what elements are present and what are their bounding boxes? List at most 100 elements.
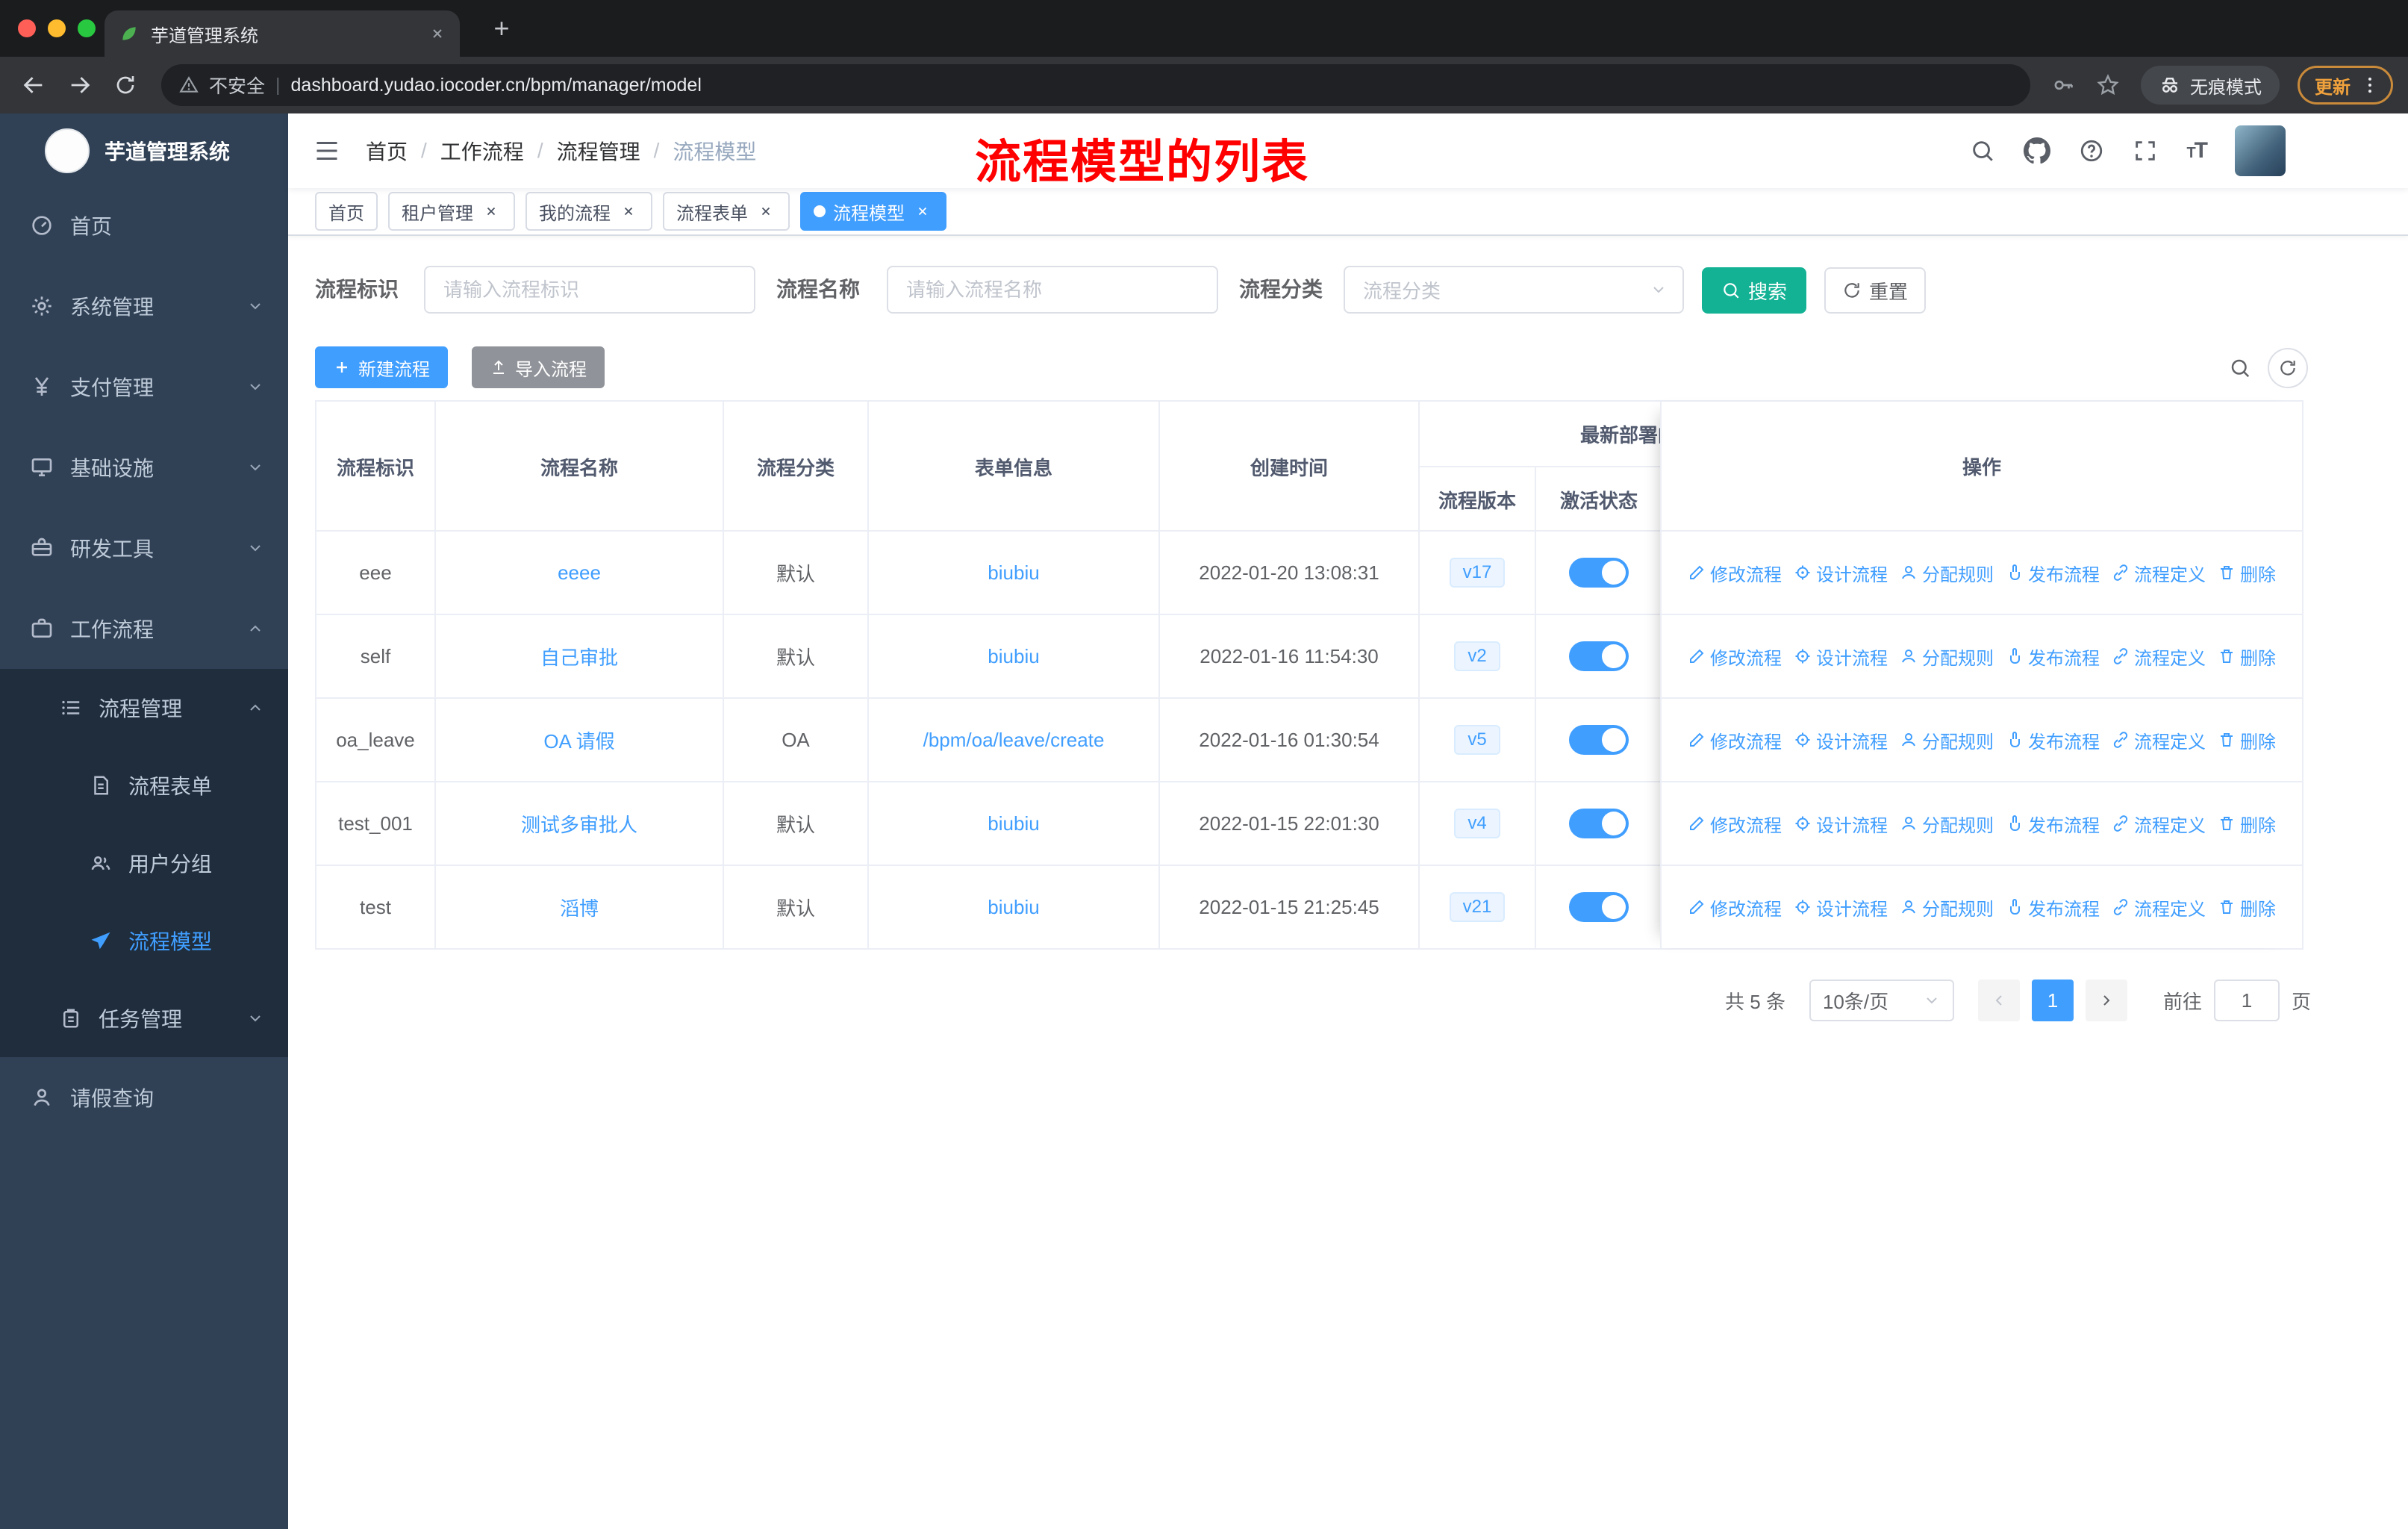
tag-close-icon[interactable]	[755, 201, 776, 222]
sidebar-item-leave-query[interactable]: 请假查询	[0, 1057, 288, 1138]
publish-process-link[interactable]: 发布流程	[2006, 894, 2100, 921]
active-toggle[interactable]	[1569, 892, 1629, 922]
fullscreen-icon[interactable]	[2133, 138, 2158, 164]
sidebar-item-workflow[interactable]: 工作流程	[0, 588, 288, 669]
sidebar-item-infrastructure[interactable]: 基础设施	[0, 427, 288, 508]
sidebar-item-task-management[interactable]: 任务管理	[0, 980, 288, 1057]
process-definition-link[interactable]: 流程定义	[2112, 644, 2206, 670]
assign-rule-link[interactable]: 分配规则	[1900, 560, 1994, 586]
design-process-link[interactable]: 设计流程	[1794, 811, 1888, 837]
tag-my-process[interactable]: 我的流程	[525, 192, 652, 231]
publish-process-link[interactable]: 发布流程	[2006, 811, 2100, 837]
process-definition-link[interactable]: 流程定义	[2112, 894, 2206, 921]
process-id-input[interactable]	[424, 266, 755, 314]
tag-close-icon[interactable]	[618, 201, 639, 222]
form-info-link[interactable]: biubiu	[988, 645, 1039, 668]
refresh-table-button[interactable]	[2268, 348, 2308, 388]
tag-tenant-management[interactable]: 租户管理	[388, 192, 515, 231]
sidebar-item-payment-management[interactable]: 支付管理	[0, 346, 288, 427]
active-toggle[interactable]	[1569, 725, 1629, 755]
process-name-link[interactable]: 自己审批	[540, 643, 618, 670]
form-info-link[interactable]: /bpm/oa/leave/create	[923, 729, 1105, 752]
bookmark-star-icon[interactable]	[2096, 73, 2120, 97]
sidebar-item-process-form[interactable]: 流程表单	[0, 747, 288, 824]
breadcrumb-item[interactable]: 流程管理	[557, 136, 640, 166]
user-avatar[interactable]	[2235, 125, 2286, 176]
assign-rule-link[interactable]: 分配规则	[1900, 644, 1994, 670]
next-page-button[interactable]	[2085, 980, 2127, 1021]
publish-process-link[interactable]: 发布流程	[2006, 560, 2100, 586]
zoom-window-button[interactable]	[78, 19, 96, 37]
delete-link[interactable]: 删除	[2218, 727, 2276, 753]
process-name-link[interactable]: 滔博	[560, 894, 599, 921]
address-bar[interactable]: 不安全 | dashboard.yudao.iocoder.cn/bpm/man…	[161, 64, 2030, 106]
active-toggle[interactable]	[1569, 809, 1629, 838]
create-process-button[interactable]: 新建流程	[315, 346, 448, 388]
publish-process-link[interactable]: 发布流程	[2006, 727, 2100, 753]
minimize-window-button[interactable]	[48, 19, 66, 37]
assign-rule-link[interactable]: 分配规则	[1900, 727, 1994, 753]
modify-process-link[interactable]: 修改流程	[1688, 727, 1782, 753]
goto-page-input[interactable]	[2213, 980, 2280, 1021]
form-info-link[interactable]: biubiu	[988, 561, 1039, 585]
tag-home[interactable]: 首页	[315, 192, 378, 231]
process-category-select[interactable]: 流程分类	[1344, 266, 1684, 314]
new-tab-button[interactable]: +	[484, 12, 520, 48]
delete-link[interactable]: 删除	[2218, 560, 2276, 586]
help-icon[interactable]	[2079, 138, 2104, 164]
update-button[interactable]: 更新	[2298, 66, 2393, 105]
tag-process-model[interactable]: 流程模型	[800, 192, 946, 231]
assign-rule-link[interactable]: 分配规则	[1900, 894, 1994, 921]
active-toggle[interactable]	[1569, 641, 1629, 671]
modify-process-link[interactable]: 修改流程	[1688, 560, 1782, 586]
process-definition-link[interactable]: 流程定义	[2112, 727, 2206, 753]
prev-page-button[interactable]	[1977, 980, 2020, 1021]
show-search-button[interactable]	[2220, 348, 2260, 388]
page-number-button[interactable]: 1	[2031, 980, 2074, 1021]
import-process-button[interactable]: 导入流程	[472, 346, 605, 388]
search-icon[interactable]	[1970, 138, 1995, 164]
tag-process-form[interactable]: 流程表单	[663, 192, 790, 231]
design-process-link[interactable]: 设计流程	[1794, 560, 1888, 586]
font-size-icon[interactable]: TT	[2186, 138, 2208, 164]
sidebar-item-process-model[interactable]: 流程模型	[0, 902, 288, 980]
process-name-link[interactable]: 测试多审批人	[521, 810, 637, 838]
breadcrumb-item[interactable]: 首页	[366, 136, 408, 166]
active-toggle[interactable]	[1569, 558, 1629, 588]
github-icon[interactable]	[2024, 137, 2050, 164]
sidebar-item-dev-tools[interactable]: 研发工具	[0, 508, 288, 588]
process-name-link[interactable]: eeee	[558, 561, 601, 585]
process-definition-link[interactable]: 流程定义	[2112, 811, 2206, 837]
modify-process-link[interactable]: 修改流程	[1688, 894, 1782, 921]
forward-button[interactable]	[67, 72, 93, 98]
delete-link[interactable]: 删除	[2218, 894, 2276, 921]
delete-link[interactable]: 删除	[2218, 644, 2276, 670]
close-window-button[interactable]	[18, 19, 36, 37]
app-logo[interactable]: 芋道管理系统	[0, 113, 288, 188]
modify-process-link[interactable]: 修改流程	[1688, 644, 1782, 670]
page-size-select[interactable]: 10条/页	[1809, 980, 1954, 1021]
browser-tab[interactable]: 芋道管理系统	[105, 10, 460, 57]
process-name-link[interactable]: OA 请假	[543, 726, 614, 754]
key-icon[interactable]	[2051, 73, 2075, 97]
form-info-link[interactable]: biubiu	[988, 896, 1039, 919]
design-process-link[interactable]: 设计流程	[1794, 727, 1888, 753]
design-process-link[interactable]: 设计流程	[1794, 894, 1888, 921]
modify-process-link[interactable]: 修改流程	[1688, 811, 1782, 837]
sidebar-fold-button[interactable]	[314, 137, 340, 164]
process-name-input[interactable]	[887, 266, 1218, 314]
tab-close-icon[interactable]	[430, 26, 445, 41]
assign-rule-link[interactable]: 分配规则	[1900, 811, 1994, 837]
sidebar-item-system-management[interactable]: 系统管理	[0, 266, 288, 346]
sidebar-item-user-group[interactable]: 用户分组	[0, 824, 288, 902]
back-button[interactable]	[21, 72, 46, 98]
process-definition-link[interactable]: 流程定义	[2112, 560, 2206, 586]
delete-link[interactable]: 删除	[2218, 811, 2276, 837]
form-info-link[interactable]: biubiu	[988, 812, 1039, 835]
tag-close-icon[interactable]	[481, 201, 502, 222]
breadcrumb-item[interactable]: 工作流程	[440, 136, 524, 166]
design-process-link[interactable]: 设计流程	[1794, 644, 1888, 670]
reload-button[interactable]	[113, 73, 137, 97]
reset-button[interactable]: 重置	[1824, 267, 1926, 314]
search-button[interactable]: 搜索	[1702, 267, 1806, 314]
